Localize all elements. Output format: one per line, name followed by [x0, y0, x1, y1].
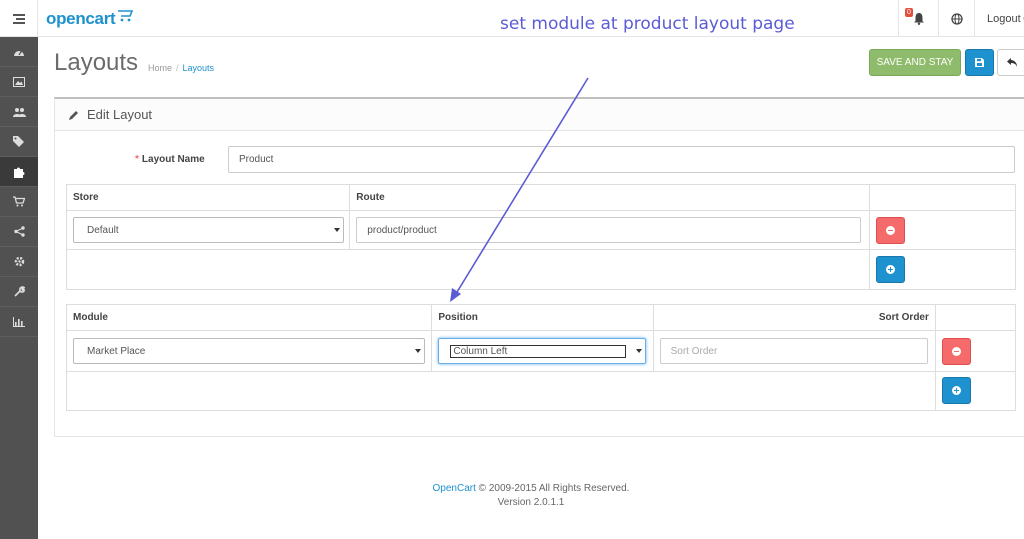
main-content: Layouts Home / Layouts SAVE AND STAY Edit … [38, 37, 1024, 539]
notifications-button[interactable] [898, 0, 938, 37]
store-select-value: Default [87, 224, 119, 236]
panel-title: Edit Layout [87, 107, 153, 122]
minus-circle-icon [951, 347, 961, 356]
puzzle-icon [14, 167, 25, 178]
wrench-icon [13, 286, 25, 297]
image-icon [13, 76, 25, 87]
hamburger-icon [12, 13, 25, 24]
module-header-module: Module [65, 304, 433, 331]
plus-circle-icon [951, 386, 961, 395]
cart-icon [13, 196, 25, 207]
copyright-text: © 2009-2015 All Rights Reserved. [478, 483, 630, 494]
sidebar-item-sales[interactable] [0, 187, 38, 217]
module-header-sort-order: Sort Order [652, 304, 936, 331]
sidebar-item-tools[interactable] [0, 277, 38, 307]
tags-icon [13, 136, 24, 147]
opencart-link[interactable]: OpenCart [433, 483, 476, 494]
menu-toggle-button[interactable] [0, 0, 38, 37]
module-select[interactable]: Market Place [73, 338, 425, 364]
logout-label: Logout [987, 12, 1021, 25]
plus-circle-icon [885, 265, 895, 274]
logout-link[interactable]: Logout [974, 0, 1024, 37]
module-row: Market Place Column Left Sort Order [65, 330, 1017, 372]
sidebar-item-extensions[interactable] [0, 157, 38, 187]
module-table: Module Position Sort Order Market Place … [65, 304, 1017, 411]
route-header-store: Store [65, 184, 351, 211]
floppy-disk-icon [975, 58, 984, 67]
annotation-text: set module at product layout page [500, 14, 795, 34]
sidebar-item-share[interactable] [0, 217, 38, 247]
pencil-icon [69, 110, 78, 120]
breadcrumb: Home / Layouts [148, 63, 215, 73]
footer: OpenCart © 2009-2015 All Rights Reserved… [38, 482, 1024, 510]
sidebar-item-catalog[interactable] [0, 67, 38, 97]
store-front-button[interactable] [938, 0, 974, 37]
layout-name-input[interactable]: Product [228, 146, 1015, 173]
layout-name-label: * Layout Name [135, 154, 205, 165]
sidebar [0, 37, 38, 539]
remove-route-button[interactable] [875, 217, 905, 244]
route-table: Store Route Default product/product [65, 184, 1017, 290]
chevron-down-icon [415, 349, 421, 353]
back-button[interactable] [997, 49, 1024, 76]
top-header: opencart set module at product layout pa… [0, 0, 1024, 37]
save-button[interactable] [965, 49, 994, 76]
version-text: Version 2.0.1.1 [497, 497, 565, 508]
bell-icon [913, 13, 924, 25]
panel-heading: Edit Layout [55, 99, 1024, 131]
route-row: Default product/product [65, 210, 1017, 250]
opencart-logo[interactable]: opencart [46, 8, 135, 30]
save-and-stay-button[interactable]: SAVE AND STAY [869, 49, 961, 76]
module-header-position: Position [431, 304, 654, 331]
page-title: Layouts [54, 49, 139, 76]
sidebar-item-system[interactable] [0, 247, 38, 277]
route-header-action [868, 184, 1017, 211]
breadcrumb-home[interactable]: Home [148, 63, 172, 73]
module-header-action [934, 304, 1017, 331]
chevron-down-icon [636, 349, 643, 353]
module-select-value: Market Place [87, 345, 146, 357]
sidebar-item-customers[interactable] [0, 97, 38, 127]
logo-text: opencart [46, 9, 116, 28]
dashboard-icon [14, 50, 24, 56]
reply-icon [1007, 58, 1017, 67]
gear-icon [14, 256, 24, 267]
logo-cart-icon [118, 10, 134, 22]
breadcrumb-layouts[interactable]: Layouts [183, 63, 215, 73]
share-icon [13, 226, 25, 237]
add-module-button[interactable] [941, 377, 971, 404]
globe-icon [950, 12, 963, 25]
users-icon [12, 107, 26, 117]
sort-order-input[interactable]: Sort Order [659, 338, 928, 364]
route-input[interactable]: product/product [356, 217, 862, 243]
chevron-down-icon [334, 228, 340, 232]
add-route-button[interactable] [875, 256, 905, 283]
sidebar-item-reports[interactable] [0, 307, 38, 337]
route-header-route: Route [349, 184, 870, 211]
sidebar-item-marketing[interactable] [0, 127, 38, 157]
position-select-value: Column Left [450, 344, 627, 358]
store-select[interactable]: Default [73, 217, 344, 243]
notification-badge: 0 [905, 8, 913, 17]
position-select[interactable]: Column Left [438, 338, 647, 364]
edit-layout-panel: Edit Layout * Layout Name Product Store R… [54, 97, 1024, 437]
remove-module-button[interactable] [941, 338, 971, 365]
bar-chart-icon [13, 316, 25, 327]
minus-circle-icon [885, 226, 895, 235]
sidebar-item-dashboard[interactable] [0, 37, 38, 67]
